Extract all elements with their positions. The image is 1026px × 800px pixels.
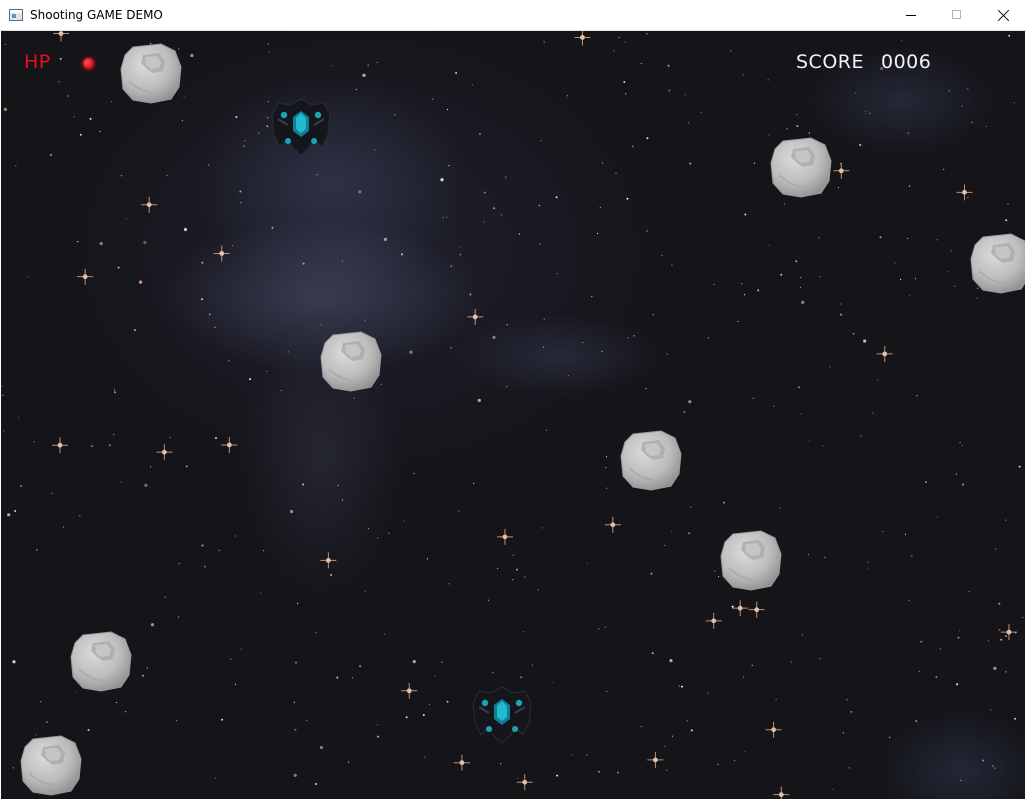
- enemy-ship-icon: [271, 98, 331, 156]
- app-window-icon: [9, 9, 23, 21]
- minimize-button[interactable]: [888, 0, 934, 31]
- close-icon: [997, 9, 1010, 22]
- asteroid: [970, 233, 1025, 294]
- score-value: 0006: [881, 51, 932, 73]
- window-title: Shooting GAME DEMO: [30, 8, 163, 22]
- player-ship-icon: [472, 686, 532, 744]
- maximize-button[interactable]: [934, 0, 980, 31]
- asteroid: [770, 137, 832, 198]
- asteroid: [720, 530, 782, 591]
- maximize-icon: [952, 10, 961, 19]
- asteroid: [320, 331, 382, 392]
- hp-label: HP: [24, 51, 51, 73]
- hp-pip: [83, 58, 94, 69]
- close-button[interactable]: [980, 0, 1026, 31]
- asteroid: [20, 735, 82, 796]
- title-bar[interactable]: Shooting GAME DEMO: [0, 0, 1026, 31]
- game-window: Shooting GAME DEMO HP SCORE 0006: [0, 0, 1026, 800]
- asteroid: [620, 430, 682, 491]
- asteroid: [70, 631, 132, 692]
- asteroid: [120, 43, 182, 104]
- minimize-icon: [906, 15, 916, 16]
- score-label: SCORE: [796, 51, 864, 73]
- game-canvas[interactable]: HP SCORE 0006: [1, 31, 1025, 799]
